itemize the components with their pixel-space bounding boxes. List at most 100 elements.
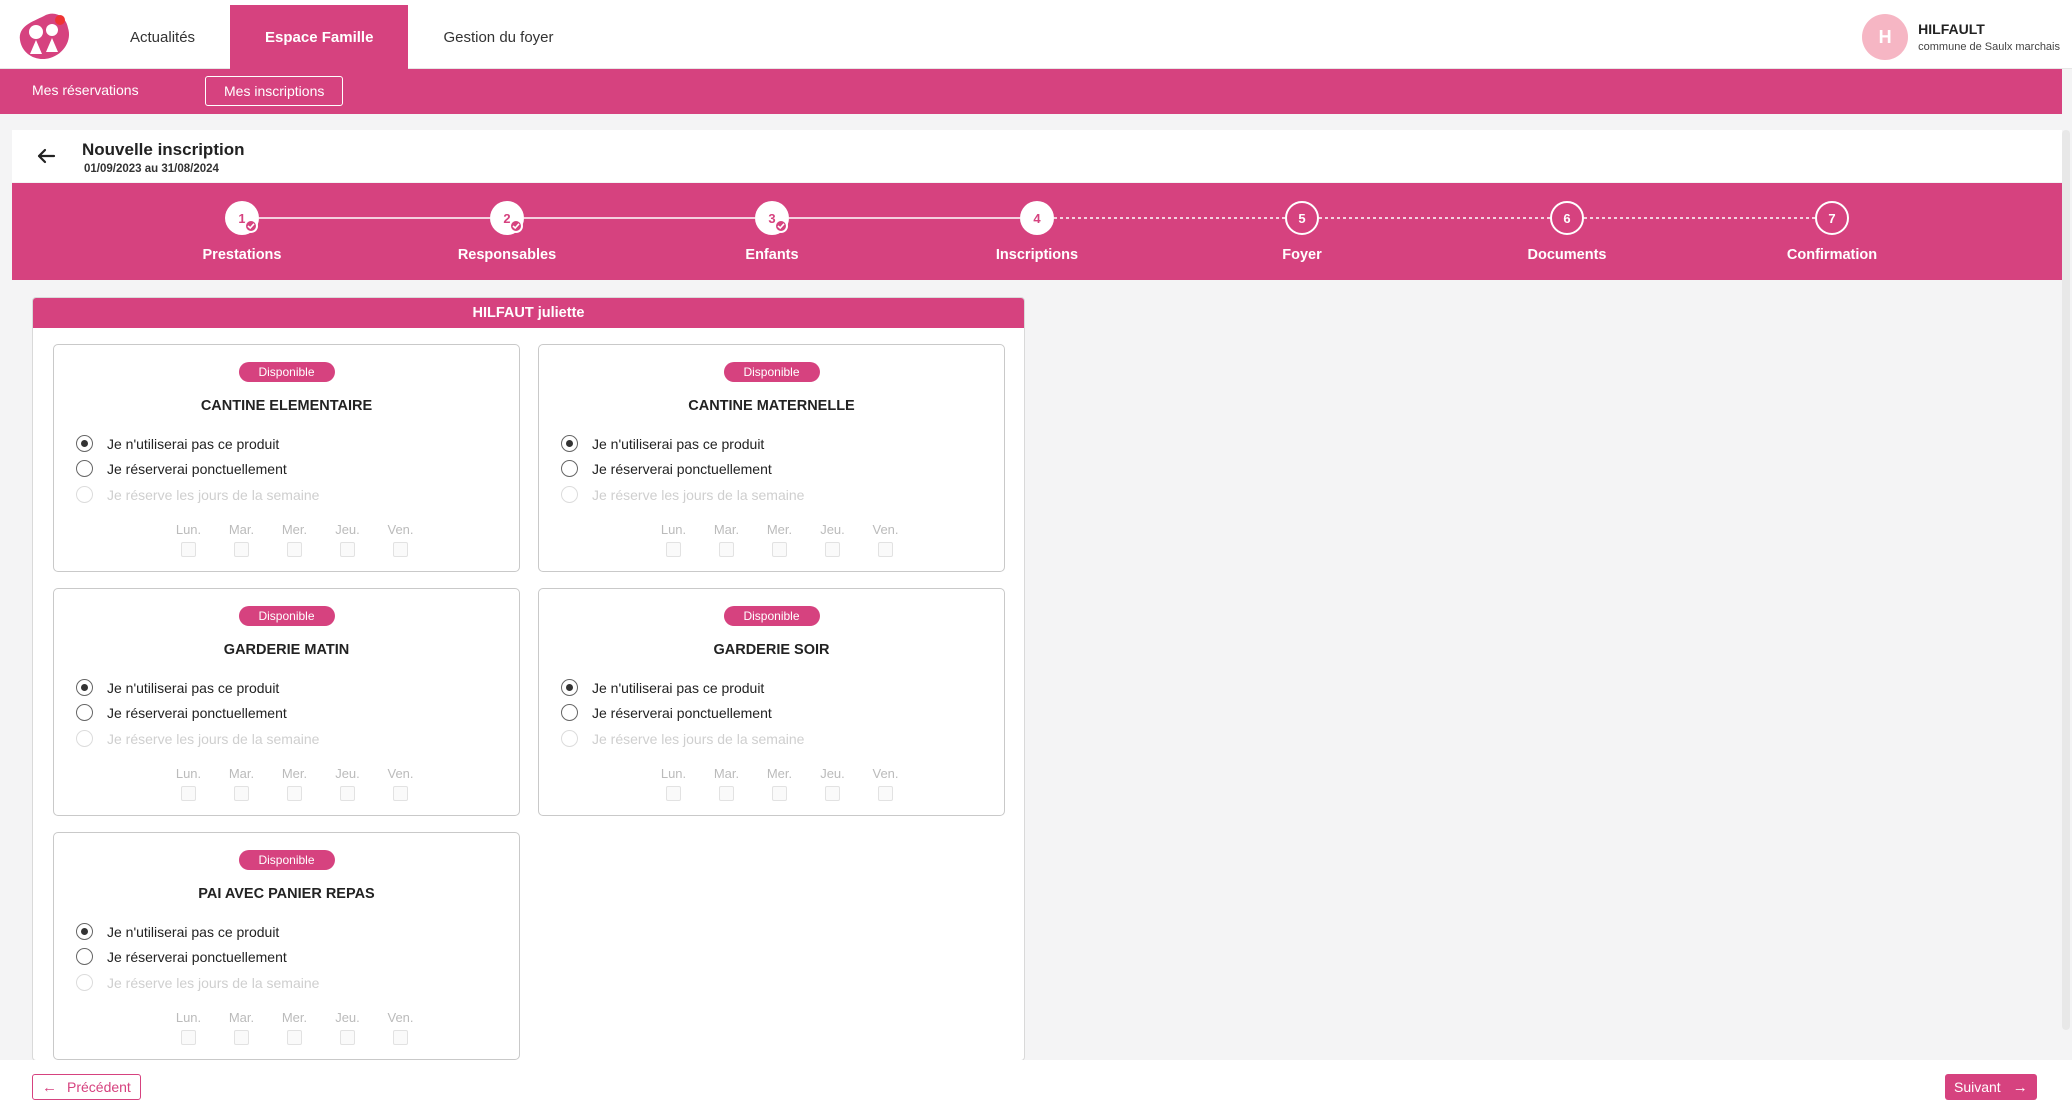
radio-button[interactable]	[76, 948, 93, 965]
option-occasional[interactable]: Je réserverai ponctuellement	[76, 460, 287, 477]
weekday-checkbox	[340, 1030, 355, 1045]
nav-actualites[interactable]: Actualités	[95, 5, 230, 69]
option-none[interactable]: Je n'utiliserai pas ce produit	[76, 923, 279, 940]
option-none[interactable]: Je n'utiliserai pas ce produit	[76, 679, 279, 696]
product-card: Disponible GARDERIE MATIN Je n'utiliserai …	[53, 588, 520, 816]
weekday: Mar.	[215, 766, 268, 801]
scrollbar[interactable]	[2062, 130, 2070, 1030]
option-occasional[interactable]: Je réserverai ponctuellement	[76, 704, 287, 721]
previous-button[interactable]: ← Précédent	[32, 1074, 141, 1100]
weekday-checkbox	[340, 542, 355, 557]
weekday: Mar.	[700, 522, 753, 557]
child-panel: HILFAUT juliette Disponible CANTINE ELEME…	[32, 297, 1025, 1061]
weekday-label: Jeu.	[335, 522, 360, 537]
weekday-selector: Lun. Mar. Mer. Jeu. Ven.	[162, 522, 427, 557]
weekday-checkbox	[234, 1030, 249, 1045]
subnav-mes-reservations[interactable]: Mes réservations	[32, 82, 139, 98]
weekday-checkbox	[825, 542, 840, 557]
status-badge: Disponible	[238, 606, 335, 626]
weekday: Mer.	[753, 522, 806, 557]
weekday-checkbox	[878, 786, 893, 801]
weekday-label: Mar.	[713, 766, 740, 781]
weekday-checkbox	[181, 786, 196, 801]
weekday-checkbox	[181, 1030, 196, 1045]
app-logo[interactable]	[14, 10, 74, 62]
option-label: Je réserve les jours de la semaine	[592, 730, 805, 747]
step-number: 7	[1815, 201, 1849, 235]
radio-button	[561, 486, 578, 503]
weekday: Lun.	[162, 766, 215, 801]
option-weekly: Je réserve les jours de la semaine	[76, 974, 319, 991]
option-none[interactable]: Je n'utiliserai pas ce produit	[561, 679, 764, 696]
option-label: Je n'utiliserai pas ce produit	[107, 679, 280, 696]
user-commune: commune de Saulx marchais	[1918, 41, 2060, 53]
step-label: Foyer	[1282, 247, 1322, 263]
radio-button[interactable]	[561, 460, 578, 477]
option-weekly: Je réserve les jours de la semaine	[76, 730, 319, 747]
previous-button-label: Précédent	[67, 1079, 131, 1095]
user-name: HILFAULT	[1918, 21, 1985, 37]
radio-button[interactable]	[561, 679, 578, 696]
option-occasional[interactable]: Je réserverai ponctuellement	[561, 704, 772, 721]
back-arrow-icon[interactable]	[34, 144, 58, 168]
radio-button[interactable]	[76, 435, 93, 452]
option-none[interactable]: Je n'utiliserai pas ce produit	[76, 435, 279, 452]
option-label: Je réserverai ponctuellement	[107, 948, 287, 965]
weekday-label: Ven.	[387, 1010, 414, 1025]
weekday-label: Ven.	[872, 522, 899, 537]
nav-espace-famille[interactable]: Espace Famille	[230, 5, 409, 69]
weekday-checkbox	[234, 542, 249, 557]
weekday-checkbox	[287, 542, 302, 557]
weekday-label: Mer.	[766, 522, 793, 537]
page-dates: 01/09/2023 au 31/08/2024	[84, 163, 219, 175]
weekday-checkbox	[772, 542, 787, 557]
weekday: Mer.	[268, 522, 321, 557]
weekday-label: Lun.	[175, 766, 202, 781]
weekday: Jeu.	[321, 766, 374, 801]
weekday-checkbox	[719, 786, 734, 801]
weekday-checkbox	[666, 542, 681, 557]
option-none[interactable]: Je n'utiliserai pas ce produit	[561, 435, 764, 452]
weekday-label: Ven.	[872, 766, 899, 781]
user-menu[interactable]: H HILFAULT commune de Saulx marchais	[1862, 14, 2060, 60]
weekday-label: Mar.	[713, 522, 740, 537]
sub-navigation: Mes réservations Mes inscriptions	[0, 69, 2062, 114]
radio-button	[76, 730, 93, 747]
avatar[interactable]: H	[1862, 14, 1909, 60]
subnav-mes-inscriptions[interactable]: Mes inscriptions	[205, 76, 344, 106]
step-label: Prestations	[202, 247, 282, 263]
radio-button[interactable]	[76, 679, 93, 696]
weekday-checkbox	[719, 542, 734, 557]
weekday-label: Ven.	[387, 766, 414, 781]
weekday: Jeu.	[321, 1010, 374, 1045]
nav-gestion-foyer[interactable]: Gestion du foyer	[408, 5, 588, 69]
weekday-checkbox	[287, 786, 302, 801]
option-occasional[interactable]: Je réserverai ponctuellement	[561, 460, 772, 477]
radio-button[interactable]	[76, 704, 93, 721]
weekday: Mar.	[215, 522, 268, 557]
weekday-checkbox	[340, 786, 355, 801]
product-card: Disponible CANTINE ELEMENTAIRE Je n'utilis…	[53, 344, 520, 572]
weekday-label: Lun.	[660, 766, 687, 781]
weekday: Lun.	[162, 522, 215, 557]
option-occasional[interactable]: Je réserverai ponctuellement	[76, 948, 287, 965]
option-label: Je réserverai ponctuellement	[107, 704, 287, 721]
weekday-label: Lun.	[175, 522, 202, 537]
radio-button[interactable]	[76, 923, 93, 940]
radio-button[interactable]	[76, 460, 93, 477]
step-label: Responsables	[457, 247, 557, 263]
radio-button	[76, 486, 93, 503]
option-label: Je réserve les jours de la semaine	[107, 974, 320, 991]
weekday-checkbox	[393, 786, 408, 801]
radio-button[interactable]	[561, 704, 578, 721]
weekday-checkbox	[234, 786, 249, 801]
weekday-checkbox	[878, 542, 893, 557]
top-bar: Actualités Espace Famille Gestion du foy…	[0, 0, 2072, 69]
option-weekly: Je réserve les jours de la semaine	[561, 486, 804, 503]
weekday: Lun.	[647, 766, 700, 801]
radio-button[interactable]	[561, 435, 578, 452]
next-button[interactable]: Suivant →	[1945, 1074, 2037, 1100]
check-icon	[774, 219, 788, 233]
option-label: Je n'utiliserai pas ce produit	[592, 435, 765, 452]
weekday-selector: Lun. Mar. Mer. Jeu. Ven.	[647, 522, 912, 557]
